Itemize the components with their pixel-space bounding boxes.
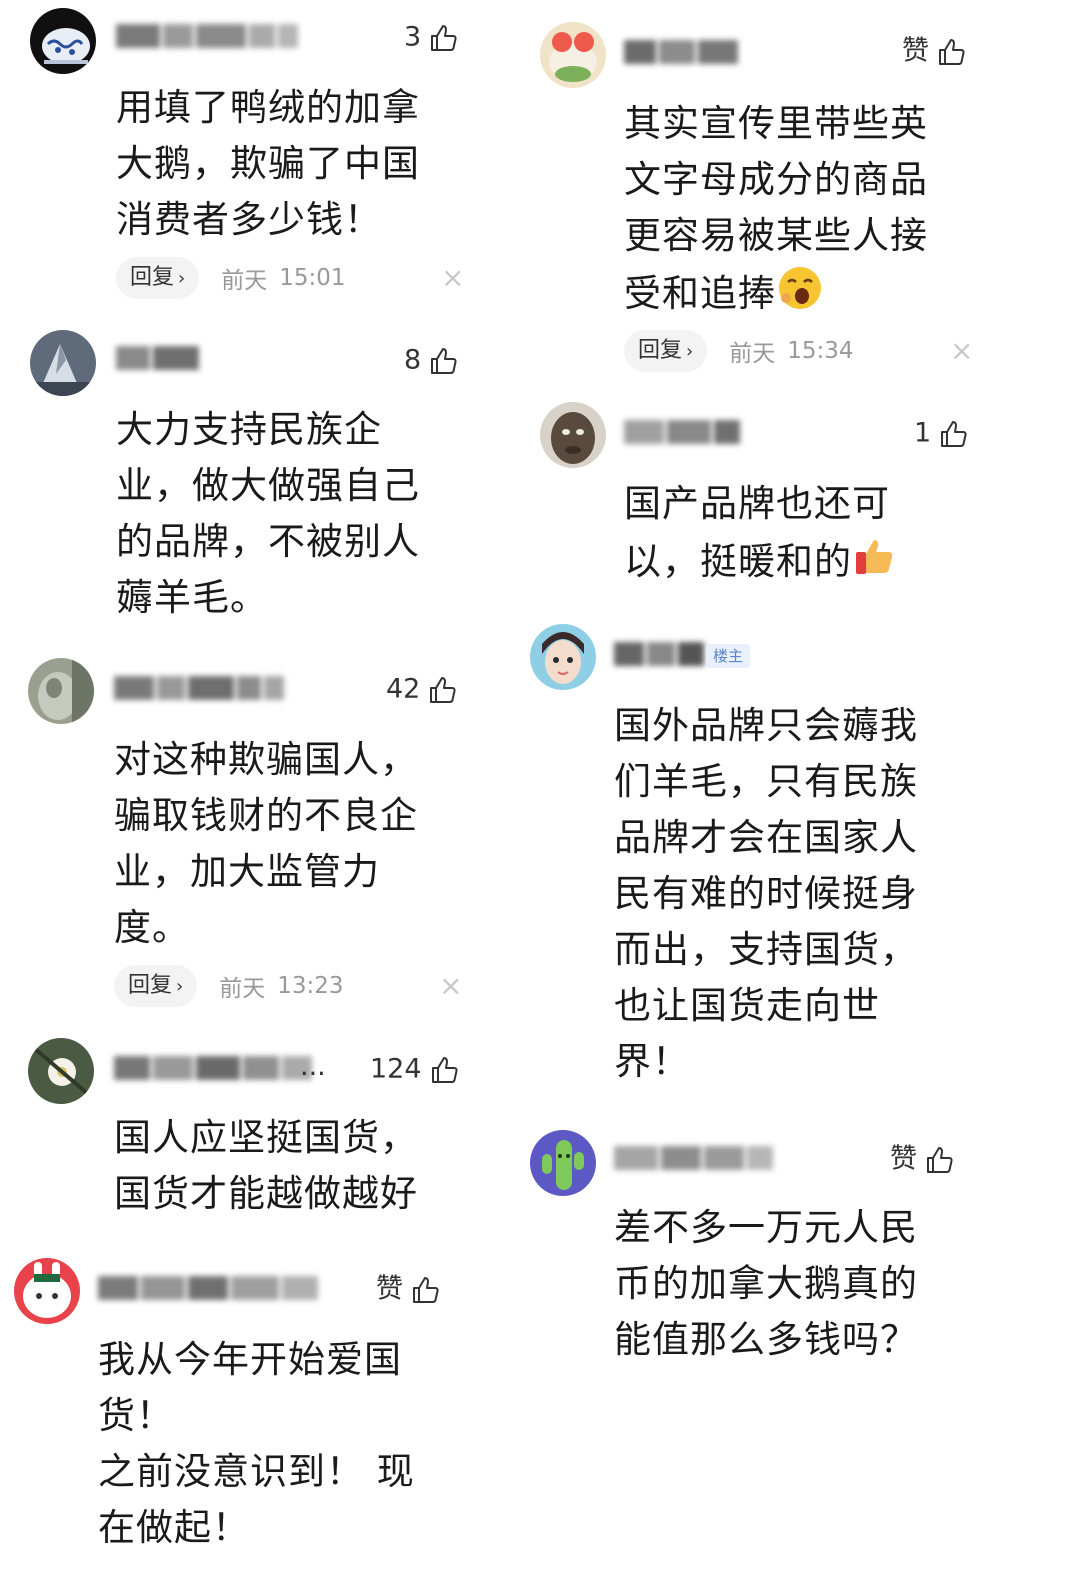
like-count: 3 [404, 21, 422, 53]
like-button[interactable]: 124 [370, 1052, 460, 1087]
like-button[interactable]: 1 [914, 416, 969, 451]
comment-text: 差不多一万元人民 币的加拿大鹅真的 能值那么多钱吗？ [614, 1206, 918, 1361]
username-ellipsis: ... [300, 1051, 326, 1082]
comment-time: 13:23 [277, 973, 344, 999]
reply-button[interactable]: 回复 › [114, 965, 198, 1007]
like-button[interactable]: 42 [386, 672, 458, 707]
avatar[interactable] [28, 1038, 94, 1104]
username-blurred[interactable] [614, 642, 707, 668]
comment-date: 前天 [221, 268, 268, 294]
comment-text: 国产品牌也还可 以，挺暖和的 [624, 476, 900, 590]
like-label: 赞 [902, 35, 929, 67]
close-icon[interactable]: × [439, 972, 462, 1000]
username-blurred[interactable] [624, 40, 741, 66]
username-blurred[interactable] [624, 420, 743, 446]
like-label: 赞 [890, 1143, 917, 1175]
thumbs-up-icon [937, 418, 969, 450]
username-blurred[interactable] [116, 346, 202, 372]
like-count: 1 [914, 417, 932, 449]
like-button[interactable]: 8 [404, 343, 459, 378]
comment-column-right: 赞 其实宣传里带些英 文字母成分的商品 更容易被某些人接 受和追捧 回复 › 前天 1… [530, 0, 1060, 1591]
thumbs-up-icon [409, 1274, 441, 1306]
like-count: 124 [370, 1053, 422, 1085]
avatar[interactable] [540, 22, 606, 88]
comment-text: 我从今年开始爱国 货！ 之前没意识到！ 现 在做起！ [98, 1338, 415, 1549]
like-label: 赞 [376, 1273, 403, 1305]
avatar[interactable] [14, 1258, 80, 1324]
like-count: 8 [404, 344, 422, 376]
reply-label: 回复 [130, 265, 175, 290]
comment-text: 对这种欺骗国人， 骗取钱财的不良企 业，加大监管力 度。 [114, 738, 418, 949]
comment-meta: 回复 › 前天 13:23 [114, 965, 344, 1007]
username-blurred[interactable] [114, 676, 287, 702]
comment-text: 用填了鸭绒的加拿 大鹅，欺骗了中国 消费者多少钱！ [116, 86, 420, 241]
username-blurred[interactable] [98, 1276, 321, 1302]
comment-column-left: 3 用填了鸭绒的加拿 大鹅，欺骗了中国 消费者多少钱！ 回复 › 前天 15:01 ×… [0, 0, 530, 1591]
thumbs-up-icon [935, 36, 967, 68]
like-button[interactable]: 赞 [376, 1272, 441, 1307]
like-button[interactable]: 3 [404, 20, 459, 55]
comment-date: 前天 [219, 976, 266, 1002]
comment-time: 15:01 [279, 265, 346, 291]
username-blurred[interactable] [116, 24, 301, 50]
avatar[interactable] [530, 1130, 596, 1196]
thumbs-up-icon [923, 1144, 955, 1176]
chevron-right-icon: › [176, 976, 184, 997]
chevron-right-icon: › [686, 341, 694, 362]
thumbs-up-icon [426, 674, 458, 706]
thumbs-up-icon [428, 1054, 460, 1086]
owner-badge: 楼主 [706, 644, 751, 668]
thumbs-up-icon [427, 22, 459, 54]
comment-meta: 回复 › 前天 15:01 [116, 257, 346, 299]
comment-text-content: 国产品牌也还可 以，挺暖和的 [624, 482, 890, 583]
username-blurred[interactable] [114, 1056, 315, 1082]
comment-text: 国人应坚挺国货， 国货才能越做越好 [114, 1116, 418, 1215]
comment-meta: 回复 › 前天 15:34 [624, 330, 854, 372]
reply-button[interactable]: 回复 › [116, 257, 200, 299]
yawning-face-emoji-icon [776, 264, 824, 312]
comment-text: 国外品牌只会薅我 们羊毛，只有民族 品牌才会在国家人 民有难的时候挺身 而出，支… [614, 704, 918, 1083]
reply-label: 回复 [128, 973, 173, 998]
comment-time: 15:34 [787, 338, 854, 364]
avatar[interactable] [30, 8, 96, 74]
like-button[interactable]: 赞 [902, 34, 967, 69]
comment-text: 大力支持民族企 业，做大做强自己 的品牌，不被别人 薅羊毛。 [116, 408, 420, 619]
chevron-right-icon: › [178, 268, 186, 289]
like-count: 42 [386, 673, 421, 705]
username-blurred[interactable] [614, 1146, 776, 1172]
comment-text: 其实宣传里带些英 文字母成分的商品 更容易被某些人接 受和追捧 [624, 96, 928, 322]
avatar[interactable] [30, 330, 96, 396]
thumbs-up-emoji-icon [852, 532, 900, 580]
comment-date: 前天 [729, 341, 776, 367]
reply-label: 回复 [638, 338, 683, 363]
thumbs-up-icon [427, 345, 459, 377]
like-button[interactable]: 赞 [890, 1142, 955, 1177]
reply-button[interactable]: 回复 › [624, 330, 708, 372]
avatar[interactable] [28, 658, 94, 724]
close-icon[interactable]: × [441, 264, 464, 292]
avatar[interactable] [530, 624, 596, 690]
avatar[interactable] [540, 402, 606, 468]
close-icon[interactable]: × [950, 337, 973, 365]
